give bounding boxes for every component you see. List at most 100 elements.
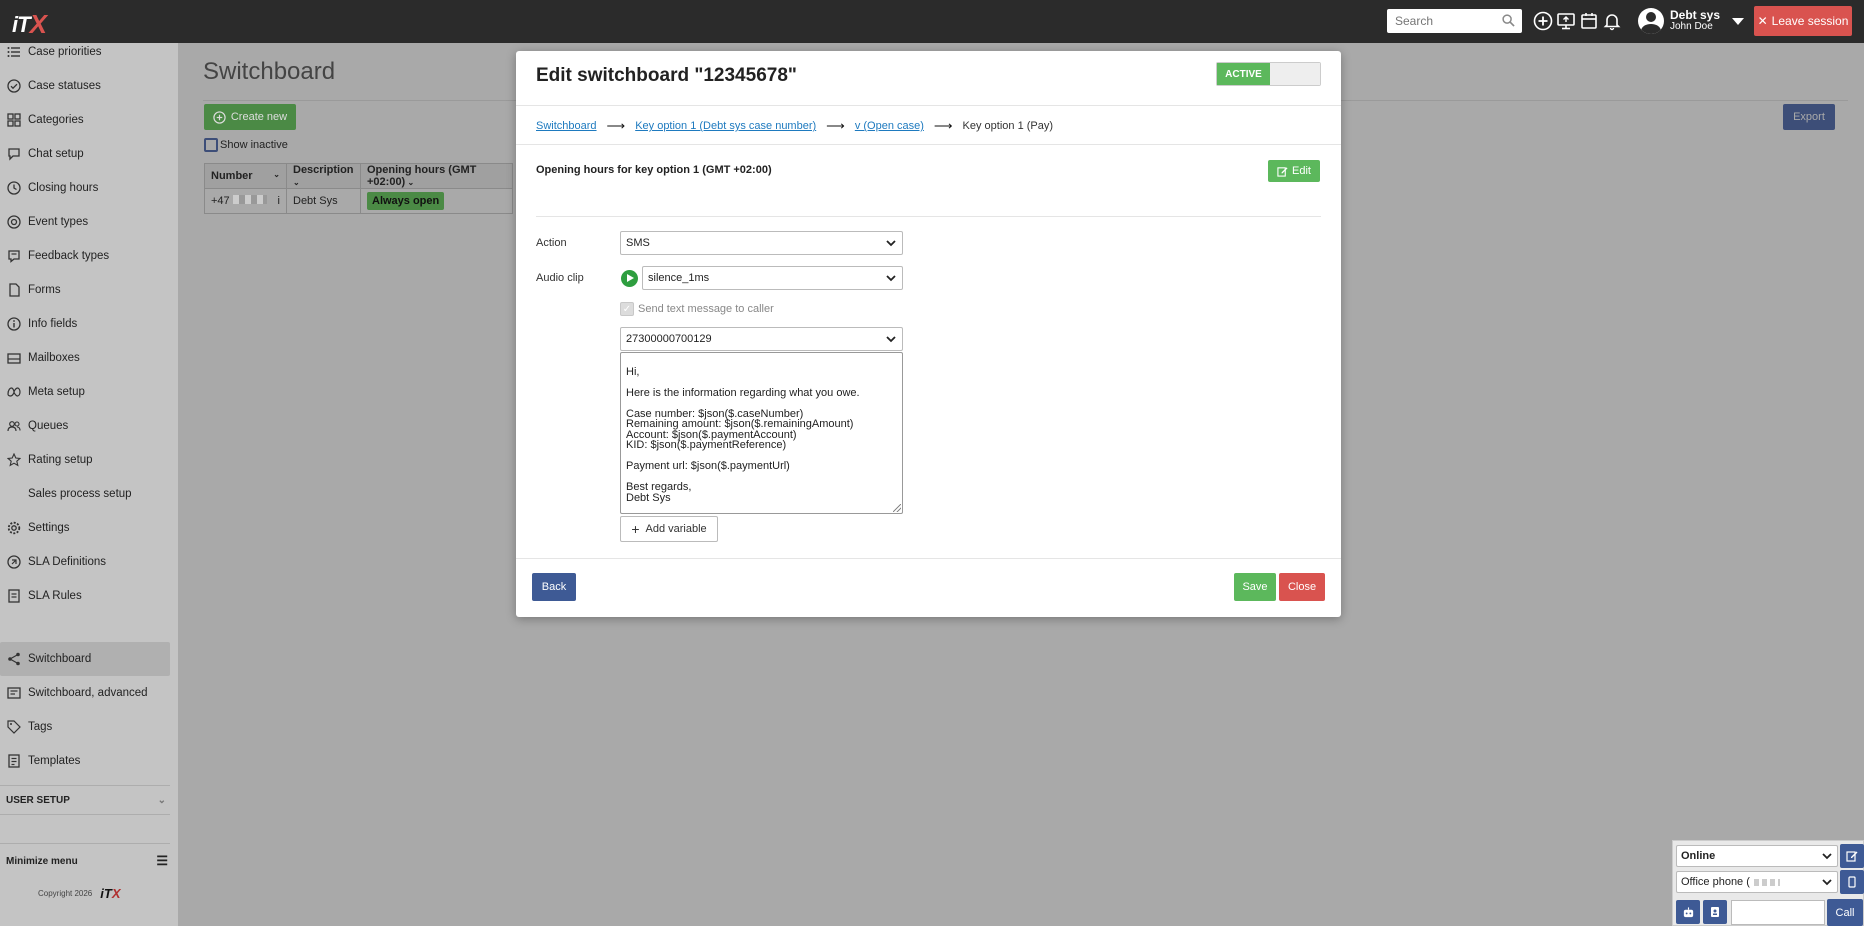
sidebar-item-label: Info fields	[28, 318, 78, 330]
minimize-menu-label: Minimize menu	[6, 855, 78, 867]
sidebar-item-mailboxes[interactable]: Mailboxes	[0, 341, 170, 375]
search-box[interactable]	[1387, 9, 1522, 33]
compose-button[interactable]	[1840, 844, 1864, 868]
send-text-message-label: Send text message to caller	[638, 303, 774, 315]
sidebar-item-case-priorities[interactable]: Case priorities	[0, 35, 170, 69]
page-title: Switchboard	[203, 58, 336, 85]
action-label: Action	[536, 237, 567, 249]
divider	[516, 105, 1341, 106]
sidebar-item-info-fields[interactable]: Info fields	[0, 307, 170, 341]
sidebar-item-settings[interactable]: Settings	[0, 511, 170, 545]
sidebar-item-feedback-types[interactable]: Feedback types	[0, 239, 170, 273]
send-text-message-checkbox[interactable]: ✓	[620, 302, 634, 316]
sidebar-item-event-types[interactable]: Event types	[0, 205, 170, 239]
table-row[interactable]: +47 i Debt Sys Always open	[204, 188, 513, 214]
clock-icon	[6, 180, 22, 196]
sidebar-item-label: Rating setup	[28, 454, 93, 466]
back-button[interactable]: Back	[532, 573, 576, 601]
save-button[interactable]: Save	[1234, 573, 1276, 601]
calendar-icon[interactable]	[1579, 11, 1599, 31]
call-button[interactable]: Call	[1827, 899, 1863, 926]
sender-number-select[interactable]: 27300000700129	[620, 327, 903, 351]
sidebar-item-templates[interactable]: Templates	[0, 744, 170, 778]
breadcrumb-link-switchboard[interactable]: Switchboard	[536, 120, 597, 132]
sidebar-item-rating-setup[interactable]: Rating setup	[0, 443, 170, 477]
sidebar-item-sales-process-setup[interactable]: Sales process setup	[0, 477, 170, 511]
divider	[516, 144, 1341, 145]
audio-clip-select[interactable]: silence_1ms	[642, 266, 903, 290]
sidebar-item-forms[interactable]: Forms	[0, 273, 170, 307]
breadcrumb-link-key-option-1[interactable]: Key option 1 (Debt sys case number)	[635, 120, 816, 132]
mobile-button[interactable]	[1840, 870, 1864, 894]
user-setup-section[interactable]: USER SETUP ⌄	[6, 795, 166, 806]
sidebar-item-categories[interactable]: Categories	[0, 103, 170, 137]
mobile-icon	[1848, 876, 1856, 888]
sidebar-item-case-statuses[interactable]: Case statuses	[0, 69, 170, 103]
toggle-track	[1270, 63, 1320, 85]
sidebar-item-queues[interactable]: Queues	[0, 409, 170, 443]
resize-handle[interactable]	[893, 504, 901, 512]
show-inactive-checkbox[interactable]	[204, 138, 218, 152]
sms-message-text: Hi, Here is the information regarding wh…	[626, 365, 860, 504]
play-icon[interactable]	[621, 270, 638, 287]
sidebar-item-closing-hours[interactable]: Closing hours	[0, 171, 170, 205]
target-icon	[6, 214, 22, 230]
column-header-number[interactable]: Number ⌄	[204, 163, 287, 189]
minimize-menu-button[interactable]: Minimize menu ☰	[6, 853, 168, 869]
avatar	[1638, 8, 1664, 34]
column-header-description[interactable]: Description ⌄	[286, 163, 361, 189]
sidebar-item-tags[interactable]: Tags	[0, 710, 170, 744]
breadcrumb-link-open-case[interactable]: v (Open case)	[855, 120, 924, 132]
hamburger-icon[interactable]: ☰	[156, 853, 168, 869]
footer-logo: iTX	[100, 886, 121, 901]
document-icon	[6, 282, 22, 298]
user-menu[interactable]: Debt sys John Doe	[1638, 6, 1745, 36]
chevron-down-icon[interactable]: ⌄	[158, 795, 166, 806]
export-button[interactable]: Export	[1783, 104, 1835, 130]
chevron-down-icon[interactable]	[1732, 17, 1745, 25]
bell-icon[interactable]	[1602, 11, 1622, 31]
status-badge: Always open	[367, 192, 445, 210]
sidebar-item-switchboard[interactable]: Switchboard	[0, 642, 170, 676]
arrow-right-icon: ⟶	[826, 118, 845, 133]
edit-opening-hours-button[interactable]: Edit	[1268, 160, 1320, 182]
sidebar-item-meta-setup[interactable]: Meta setup	[0, 375, 170, 409]
leave-session-button[interactable]: ✕ Leave session	[1754, 6, 1852, 36]
sidebar-item-label: Switchboard	[28, 653, 92, 665]
divider	[516, 558, 1341, 559]
chevron-down-icon	[886, 336, 896, 343]
sidebar-item-switchboard-advanced[interactable]: Switchboard, advanced	[0, 676, 170, 710]
sidebar-item-label: Switchboard, advanced	[28, 687, 148, 699]
audio-clip-select-value: silence_1ms	[648, 272, 710, 284]
screen-share-icon[interactable]	[1556, 11, 1576, 31]
star-icon	[6, 452, 22, 468]
copyright: Copyright 2026 iTX	[38, 886, 121, 901]
show-inactive-toggle[interactable]: Show inactive	[204, 138, 288, 152]
user-name: Debt sys	[1670, 8, 1721, 22]
search-input[interactable]	[1395, 14, 1495, 28]
top-bar: iTX Debt sys John Doe ✕ Leave session	[0, 0, 1864, 43]
column-header-opening-hours[interactable]: Opening hours (GMT +02:00) ⌄	[360, 163, 513, 189]
sms-message-textarea[interactable]: Hi, Here is the information regarding wh…	[620, 352, 903, 514]
sidebar-item-label: Templates	[28, 755, 81, 767]
action-select[interactable]: SMS	[620, 231, 903, 255]
contact-book-button[interactable]	[1703, 900, 1727, 924]
device-select[interactable]: Office phone (	[1676, 871, 1838, 893]
phone-number-input[interactable]	[1731, 900, 1825, 925]
meta-icon	[6, 384, 22, 400]
create-new-button[interactable]: Create new	[204, 104, 296, 130]
sidebar-item-chat-setup[interactable]: Chat setup	[0, 137, 170, 171]
active-toggle[interactable]: ACTIVE	[1216, 62, 1321, 86]
sidebar-item-sla-rules[interactable]: SLA Rules	[0, 579, 170, 613]
sidebar-item-label: Event types	[28, 216, 89, 228]
send-text-message-checkbox-row[interactable]: ✓ Send text message to caller	[620, 302, 774, 316]
add-variable-button[interactable]: + Add variable	[620, 516, 718, 542]
add-circle-icon[interactable]	[1533, 11, 1553, 31]
search-icon[interactable]	[1502, 14, 1515, 27]
presence-status-select[interactable]: Online	[1676, 845, 1838, 867]
rules-icon	[6, 588, 22, 604]
sidebar-item-sla-definitions[interactable]: SLA Definitions	[0, 545, 170, 579]
share-icon	[6, 651, 22, 667]
close-button[interactable]: Close	[1279, 573, 1325, 601]
bot-button[interactable]	[1676, 900, 1700, 924]
